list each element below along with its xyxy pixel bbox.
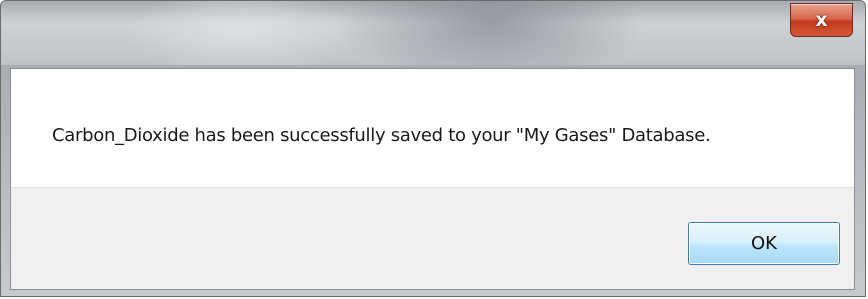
button-area: OK <box>11 187 854 289</box>
message-dialog: x Carbon_Dioxide has been successfully s… <box>0 0 866 297</box>
close-icon: x <box>815 8 828 31</box>
message-area: Carbon_Dioxide has been successfully sav… <box>11 69 854 187</box>
message-text: Carbon_Dioxide has been successfully sav… <box>52 125 711 146</box>
dialog-content: Carbon_Dioxide has been successfully sav… <box>10 68 855 290</box>
close-button[interactable]: x <box>790 3 853 37</box>
title-bar[interactable]: x <box>1 1 865 65</box>
ok-button[interactable]: OK <box>688 222 840 265</box>
